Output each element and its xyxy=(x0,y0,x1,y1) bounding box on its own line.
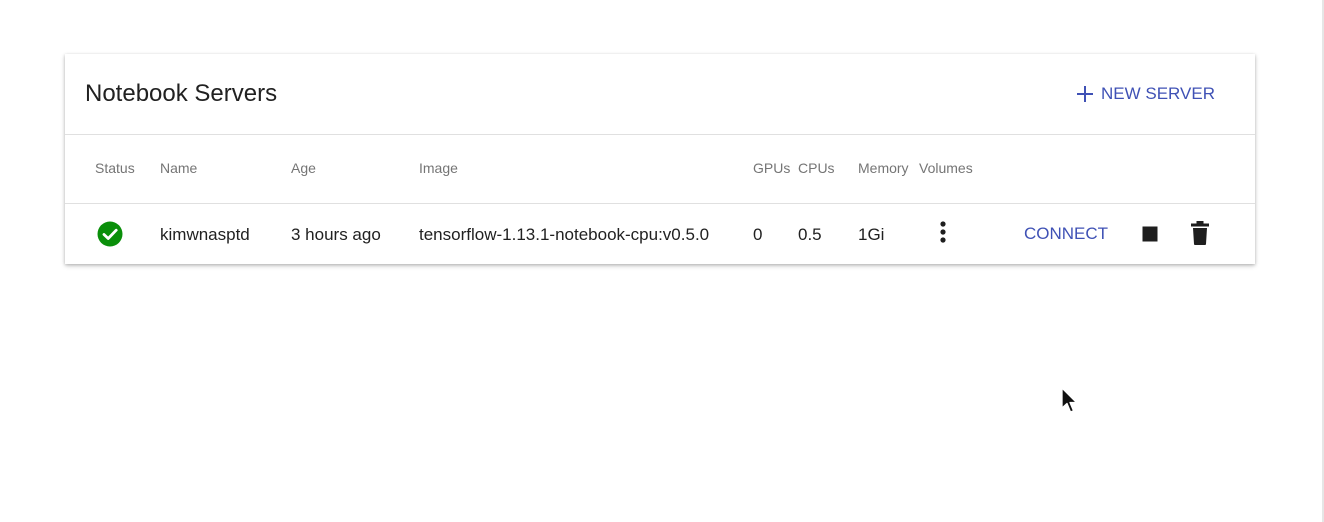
page: Notebook Servers NEW SERVER Status Name … xyxy=(0,0,1324,522)
column-header-volumes[interactable]: Volumes xyxy=(919,160,973,176)
stop-icon[interactable] xyxy=(1141,225,1159,243)
column-header-status[interactable]: Status xyxy=(95,160,135,176)
table-header-row: Status Name Age Image GPUs CPUs Memory V… xyxy=(65,135,1255,204)
server-image: tensorflow-1.13.1-notebook-cpu:v0.5.0 xyxy=(419,225,710,244)
trash-icon[interactable] xyxy=(1189,220,1211,246)
column-header-name[interactable]: Name xyxy=(160,160,197,176)
new-server-label: NEW SERVER xyxy=(1101,84,1215,103)
column-header-image[interactable]: Image xyxy=(419,160,458,176)
more-vert-icon[interactable] xyxy=(933,220,953,246)
server-gpus: 0 xyxy=(753,225,763,244)
new-server-button[interactable]: NEW SERVER xyxy=(1076,81,1215,107)
column-header-cpus[interactable]: CPUs xyxy=(798,160,835,176)
server-memory: 1Gi xyxy=(858,225,885,244)
plus-icon xyxy=(1076,85,1094,103)
notebook-servers-card: Notebook Servers NEW SERVER Status Name … xyxy=(65,54,1255,264)
server-cpus: 0.5 xyxy=(798,225,822,244)
card-header: Notebook Servers NEW SERVER xyxy=(65,54,1255,135)
check-circle-icon xyxy=(97,221,123,247)
page-title: Notebook Servers xyxy=(85,80,278,107)
server-name: kimwnasptd xyxy=(160,225,250,244)
connect-button[interactable]: CONNECT xyxy=(1024,224,1108,244)
server-age: 3 hours ago xyxy=(291,225,381,244)
column-header-gpus[interactable]: GPUs xyxy=(753,160,790,176)
column-header-memory[interactable]: Memory xyxy=(858,160,909,176)
mouse-cursor-icon xyxy=(1060,387,1080,415)
column-header-age[interactable]: Age xyxy=(291,160,316,176)
table-row: kimwnasptd 3 hours ago tensorflow-1.13.1… xyxy=(65,204,1255,264)
